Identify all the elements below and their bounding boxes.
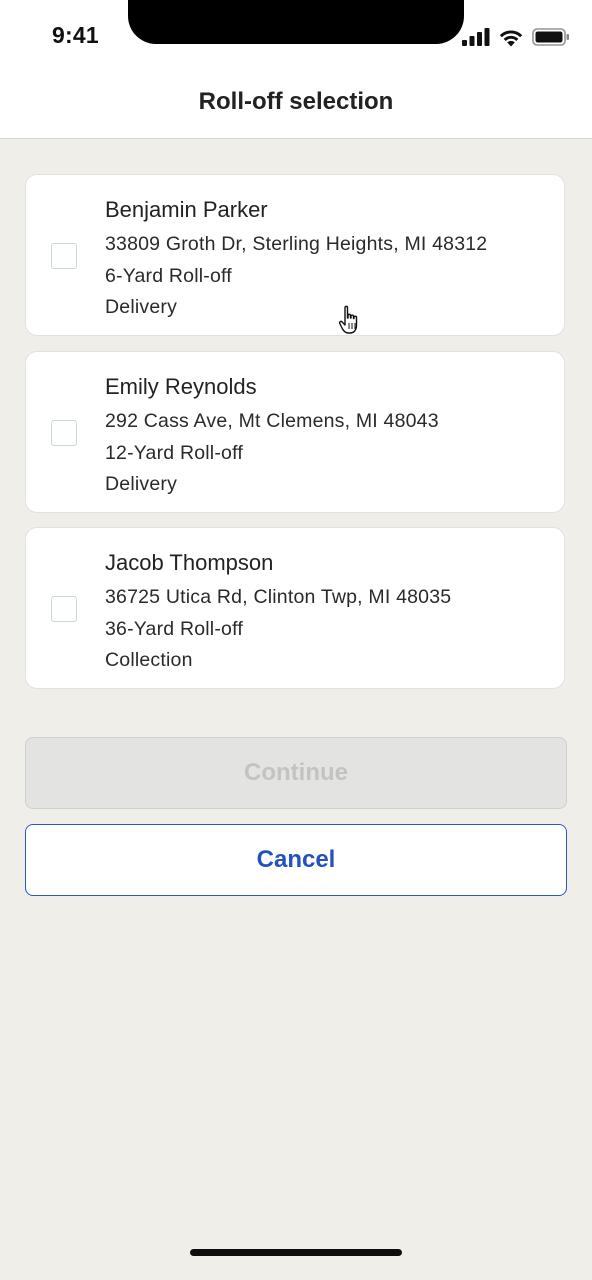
service-type: Delivery bbox=[105, 296, 178, 318]
status-icons bbox=[462, 26, 570, 48]
home-indicator[interactable] bbox=[190, 1249, 402, 1256]
continue-button[interactable]: Continue bbox=[25, 737, 567, 809]
customer-name: Jacob Thompson bbox=[105, 550, 274, 575]
order-checkbox[interactable] bbox=[51, 243, 77, 269]
customer-name: Emily Reynolds bbox=[105, 374, 257, 399]
container-size: 6-Yard Roll-off bbox=[105, 265, 232, 287]
order-address: 292 Cass Ave, Mt Clemens, MI 48043 bbox=[105, 410, 439, 432]
order-checkbox[interactable] bbox=[51, 596, 77, 622]
cancel-button[interactable]: Cancel bbox=[25, 824, 567, 896]
container-size: 12-Yard Roll-off bbox=[105, 442, 243, 464]
top-bar: 9:41 Roll-off selection bbox=[0, 0, 592, 139]
container-size: 36-Yard Roll-off bbox=[105, 618, 243, 640]
status-bar: 9:41 bbox=[0, 0, 592, 70]
cellular-signal-icon bbox=[462, 28, 490, 46]
order-checkbox[interactable] bbox=[51, 420, 77, 446]
service-type: Collection bbox=[105, 649, 193, 671]
hand-pointer-cursor-icon bbox=[338, 305, 358, 334]
order-card[interactable]: Jacob Thompson 36725 Utica Rd, Clinton T… bbox=[25, 527, 565, 689]
order-card[interactable]: Emily Reynolds 292 Cass Ave, Mt Clemens,… bbox=[25, 351, 565, 513]
order-card[interactable]: Benjamin Parker 33809 Groth Dr, Sterling… bbox=[25, 174, 565, 336]
status-time: 9:41 bbox=[52, 22, 99, 48]
battery-icon bbox=[532, 28, 569, 46]
service-type: Delivery bbox=[105, 473, 178, 495]
order-address: 36725 Utica Rd, Clinton Twp, MI 48035 bbox=[105, 586, 452, 608]
customer-name: Benjamin Parker bbox=[105, 197, 268, 222]
device-notch bbox=[128, 0, 464, 44]
page-title: Roll-off selection bbox=[198, 88, 394, 115]
order-address: 33809 Groth Dr, Sterling Heights, MI 483… bbox=[105, 233, 488, 255]
wifi-icon bbox=[499, 29, 523, 46]
